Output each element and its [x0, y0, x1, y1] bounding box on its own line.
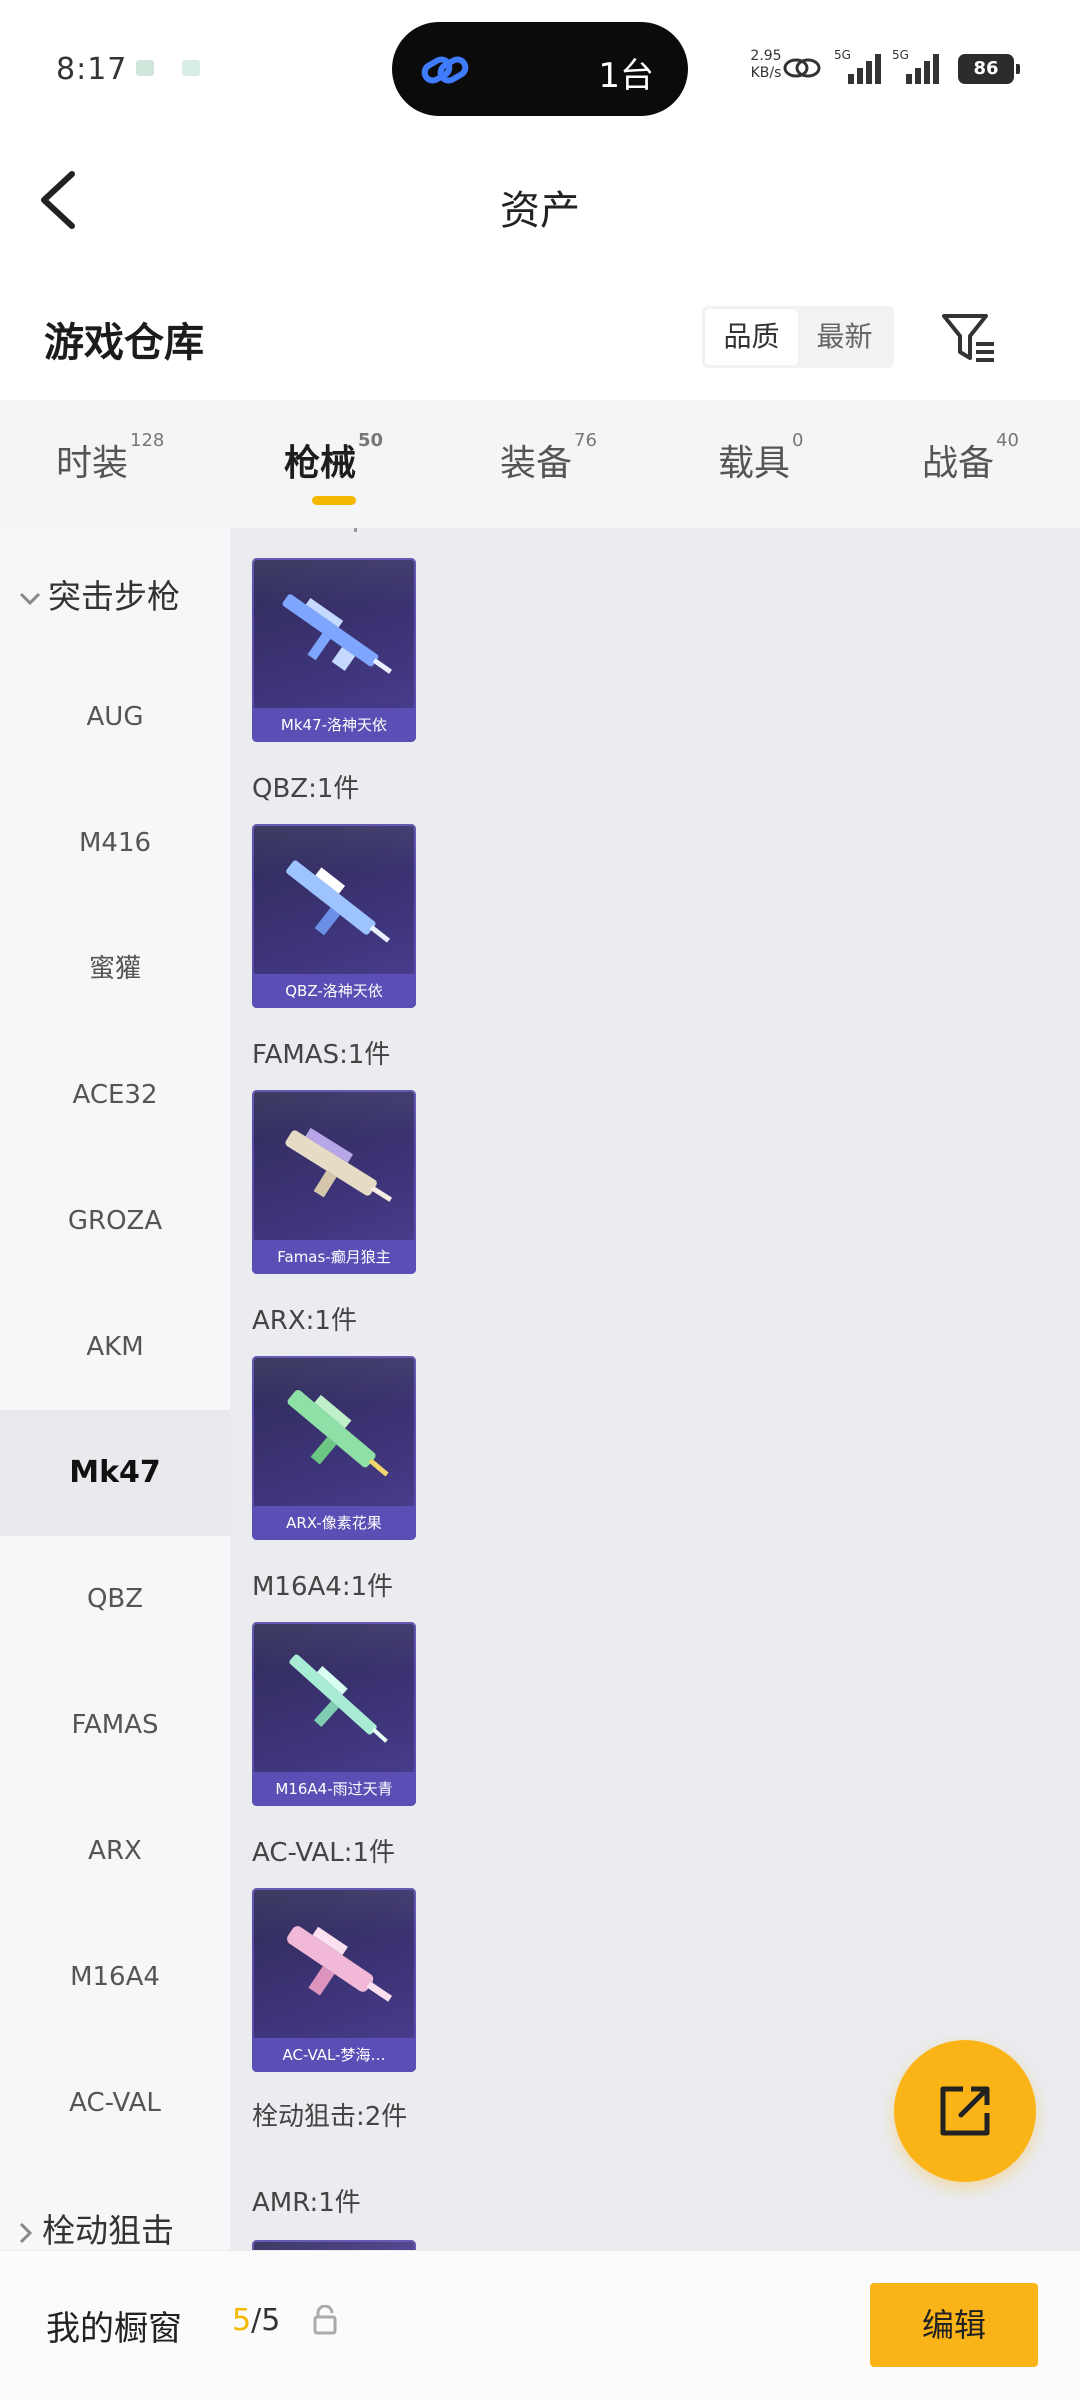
showcase-current: 5	[232, 2303, 252, 2338]
notification-icon-2	[182, 60, 200, 76]
skin-card[interactable]: M16A4-雨过天青	[252, 1622, 416, 1806]
island-text: 1台	[598, 56, 654, 96]
group-label-ac-val: AC-VAL:1件	[252, 1838, 396, 1868]
showcase-sep: /	[251, 2303, 262, 2338]
chevron-right-icon	[19, 2222, 33, 2243]
skin-card[interactable]: AC-VAL-梦海…	[252, 1888, 416, 2072]
net-speed-unit: KB/s	[750, 65, 782, 81]
side-item-arx[interactable]: ARX	[0, 1788, 230, 1914]
rifle-icon	[282, 594, 392, 674]
side-item-ace32[interactable]: ACE32	[0, 1032, 230, 1158]
category-tabs: 时装128 枪械50 装备76 载具0 战备40	[0, 400, 1080, 528]
share-export-icon	[940, 2086, 990, 2136]
side-item-groza[interactable]: GROZA	[0, 1158, 230, 1284]
sort-option-newest[interactable]: 最新	[798, 309, 891, 365]
tab-label: 装备	[500, 443, 573, 484]
tab-label: 时装	[56, 443, 129, 484]
side-item-honey-badger[interactable]: 蜜獾	[0, 906, 230, 1032]
signal-1-icon	[848, 54, 881, 84]
page-title: 资产	[500, 188, 580, 234]
showcase-total: 5	[261, 2303, 281, 2338]
showcase-count: 5/5	[232, 2303, 280, 2338]
group-label-arx: ARX:1件	[252, 1306, 357, 1336]
skin-card-partial[interactable]	[252, 2240, 416, 2250]
skin-card-label: AC-VAL-梦海…	[252, 2038, 416, 2072]
skin-card-label: Mk47-洛神天依	[252, 708, 416, 742]
tab-count: 40	[996, 430, 1019, 451]
lock-icon[interactable]	[312, 2305, 338, 2335]
group-label-m16a4: M16A4:1件	[252, 1572, 394, 1602]
skin-card[interactable]: Mk47-洛神天依	[252, 558, 416, 742]
skin-card-label: M16A4-雨过天青	[252, 1772, 416, 1806]
tab-count: 76	[574, 430, 597, 451]
side-item-m416[interactable]: M416	[0, 780, 230, 906]
tab-combat-gear[interactable]: 战备40	[922, 430, 1019, 486]
page-header: 资产	[0, 130, 1080, 270]
side-item-akm[interactable]: AKM	[0, 1284, 230, 1410]
signal-2-icon	[906, 54, 939, 84]
showcase-label: 我的橱窗	[46, 2309, 182, 2349]
side-group-label: 栓动狙击	[42, 2211, 174, 2250]
net-speed: 2.95 KB/s	[748, 48, 784, 82]
notification-icon	[136, 60, 154, 76]
sort-option-quality[interactable]: 品质	[705, 309, 798, 365]
tab-count: 128	[130, 430, 165, 451]
group-label-famas: FAMAS:1件	[252, 1040, 391, 1070]
battery-indicator: 86	[958, 54, 1020, 84]
tab-count: 50	[358, 430, 384, 451]
skin-card[interactable]: Famas-癫月狼主	[252, 1090, 416, 1274]
hotspot-icon	[783, 58, 821, 78]
skin-card-label: ARX-像素花果	[252, 1506, 416, 1540]
tab-count: 0	[792, 430, 804, 451]
filter-icon[interactable]	[940, 310, 996, 366]
warehouse-title: 游戏仓库	[44, 320, 204, 366]
tab-label: 枪械	[284, 443, 357, 484]
rifle-icon	[289, 1654, 388, 1743]
tab-label: 载具	[718, 443, 791, 484]
tab-label: 战备	[922, 443, 995, 484]
skin-card[interactable]: QBZ-洛神天依	[252, 824, 416, 1008]
side-group-label: 突击步枪	[48, 577, 180, 616]
side-item-aug[interactable]: AUG	[0, 654, 230, 780]
skin-card[interactable]: ARX-像素花果	[252, 1356, 416, 1540]
rifle-icon	[287, 1389, 389, 1477]
skin-card-label: Famas-癫月狼主	[252, 1240, 416, 1274]
net-speed-value: 2.95	[750, 48, 782, 64]
rifle-icon	[285, 1127, 393, 1202]
side-item-mk47[interactable]: Mk47	[0, 1410, 230, 1536]
skin-card-label: QBZ-洛神天依	[252, 974, 416, 1008]
side-group-bolt-action[interactable]: 栓动狙击	[18, 2204, 174, 2250]
group-label-amr: AMR:1件	[252, 2188, 361, 2218]
tab-fashion[interactable]: 时装128	[56, 430, 164, 486]
side-nav: 突击步枪 AUG M416 蜜獾 ACE32 GROZA AKM Mk47 QB…	[0, 528, 230, 2250]
status-bar: 8:17 1台 2.95 KB/s 5G 5G 86	[0, 0, 1080, 130]
rifle-icon	[287, 1926, 393, 2002]
group-label-bolt-action: 栓动狙击:2件	[252, 2102, 408, 2132]
sort-toggle: 品质 最新	[702, 306, 894, 368]
chevron-down-icon	[19, 592, 41, 605]
status-time: 8:17	[56, 52, 128, 87]
edit-button[interactable]: 编辑	[870, 2283, 1038, 2367]
tab-vehicles[interactable]: 载具0	[718, 430, 803, 486]
share-export-button[interactable]	[894, 2040, 1036, 2182]
item-list: Mk47-洛神天依 QBZ:1件 QBZ-洛神天依 FAMAS:1件 Famas…	[230, 528, 1080, 2250]
scroll-marker	[354, 528, 357, 532]
rifle-icon	[286, 860, 391, 943]
side-item-qbz[interactable]: QBZ	[0, 1536, 230, 1662]
side-item-famas[interactable]: FAMAS	[0, 1662, 230, 1788]
side-group-assault-rifles[interactable]: 突击步枪	[18, 570, 180, 618]
dynamic-island[interactable]: 1台	[392, 22, 688, 116]
link-icon	[421, 56, 469, 84]
warehouse-header: 游戏仓库 品质 最新	[0, 270, 1080, 400]
bottom-bar: 我的橱窗 5/5 编辑	[0, 2250, 1080, 2400]
side-item-m16a4[interactable]: M16A4	[0, 1914, 230, 2040]
group-label-qbz: QBZ:1件	[252, 774, 360, 804]
side-item-ac-val[interactable]: AC-VAL	[0, 2040, 230, 2166]
tab-equipment[interactable]: 装备76	[500, 430, 597, 486]
tab-guns[interactable]: 枪械50	[284, 430, 383, 486]
active-tab-indicator	[312, 496, 356, 505]
